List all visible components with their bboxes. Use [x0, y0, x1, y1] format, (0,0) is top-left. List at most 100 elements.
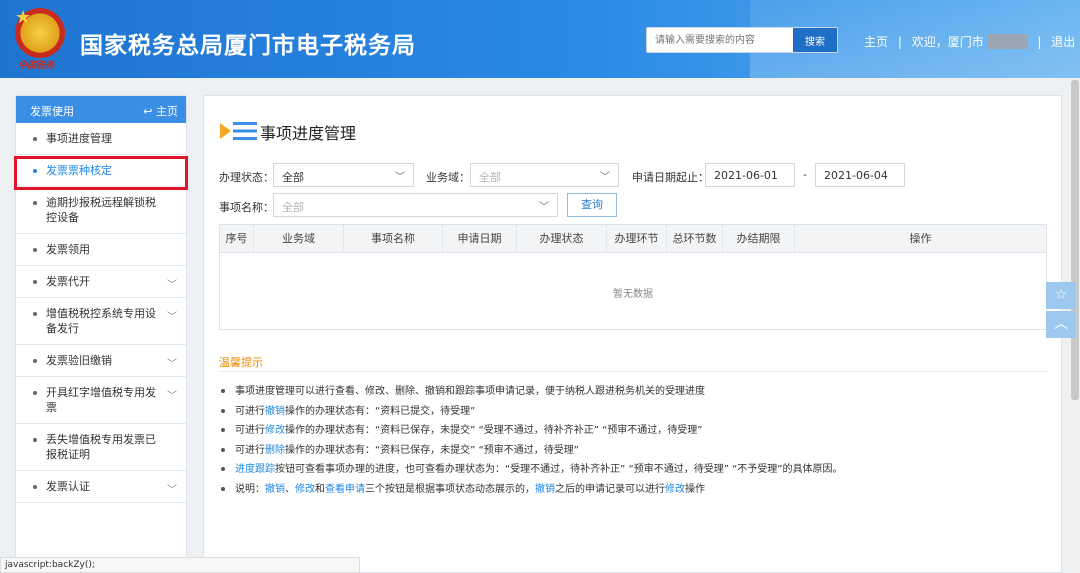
delete-link[interactable]: 删除	[265, 445, 285, 456]
tip-item: 可进行撤销操作的办理状态有：“资料已提交，待受理”	[221, 402, 475, 417]
sidebar-title: 发票使用	[30, 105, 74, 118]
column-header: 总环节数	[667, 225, 723, 253]
bullet-icon	[33, 137, 37, 141]
modify-link[interactable]: 修改	[295, 484, 315, 495]
sidebar-item-label: 开具红字增值税专用发票	[46, 386, 156, 414]
chevron-down-icon: ﹀	[167, 359, 177, 370]
welcome-text: 欢迎，厦门市	[911, 35, 984, 49]
bullet-icon	[221, 487, 225, 491]
view-application-link[interactable]: 查看申请	[325, 484, 365, 495]
item-name-placeholder: 全部	[282, 201, 304, 214]
chevron-down-icon: ﹀	[167, 280, 177, 291]
bullet-icon	[33, 312, 37, 316]
tip-text: 事项进度管理可以进行查看、修改、删除、撤销和跟踪事项申请记录，便于纳税人跟进税务…	[235, 386, 705, 397]
column-header: 业务域	[254, 225, 344, 253]
date-start-input[interactable]: 2021-06-01	[705, 163, 795, 187]
bullet-icon	[33, 280, 37, 284]
modify-link[interactable]: 修改	[665, 484, 685, 495]
query-button[interactable]: 查询	[567, 193, 617, 217]
search-button[interactable]: 搜索	[793, 28, 837, 52]
revoke-link[interactable]: 撤销	[265, 484, 285, 495]
tip-text: 三个按钮是根据事项状态动态展示的，	[365, 484, 535, 495]
highlight-box	[14, 156, 188, 190]
chevron-down-icon: ﹀	[167, 485, 177, 496]
table-header-row: 序号 业务域 事项名称 申请日期 办理状态 办理环节 总环节数 办结期限 操作	[220, 225, 1046, 253]
tip-item: 进度跟踪按钮可查看事项办理的进度，也可查看办理状态为：“受理不通过，待补齐补正”…	[221, 460, 842, 475]
status-label: 办理状态：	[219, 171, 274, 184]
tip-item: 可进行删除操作的办理状态有：“资料已保存，未提交” “预审不通过，待受理”	[221, 441, 579, 456]
chevron-up-icon[interactable]: ︿	[1046, 311, 1076, 338]
sidebar-item-invoice-receive[interactable]: 发票领用	[16, 234, 186, 266]
bullet-icon	[221, 448, 225, 452]
tip-text: 可进行	[235, 445, 265, 456]
sidebar-item-label: 发票认证	[46, 480, 90, 493]
sidebar-item-invoice-auth[interactable]: 发票认证 ﹀	[16, 471, 186, 503]
back-arrow-icon: ↩	[143, 105, 153, 118]
domain-label: 业务域：	[426, 171, 470, 184]
sidebar-item-lost-invoice[interactable]: 丢失增值税专用发票已报税证明	[16, 424, 186, 471]
sidebar-home-label: 主页	[156, 105, 178, 118]
status-select[interactable]: 全部 ﹀	[273, 163, 414, 187]
sidebar-header: 发票使用 ↩ 主页	[16, 96, 186, 123]
logout-link[interactable]: 退出	[1051, 33, 1075, 50]
tip-item: 可进行修改操作的办理状态有：“资料已保存，未提交” “受理不通过，待补齐补正” …	[221, 421, 702, 436]
track-progress-link[interactable]: 进度跟踪	[235, 464, 275, 475]
revoke-link[interactable]: 撤销	[265, 406, 285, 417]
date-range-label: 申请日期起止：	[632, 171, 709, 184]
tip-text: 、	[285, 484, 295, 495]
sidebar-home-link[interactable]: ↩ 主页	[143, 103, 178, 119]
sidebar-item-invoice-issue[interactable]: 发票代开 ﹀	[16, 266, 186, 298]
nav-home-link[interactable]: 主页	[864, 33, 888, 50]
sidebar-item-device-issue[interactable]: 增值税税控系统专用设备发行 ﹀	[16, 298, 186, 345]
masked-username	[987, 34, 1028, 49]
nav-separator: |	[1037, 34, 1042, 49]
sidebar-item-label: 事项进度管理	[46, 132, 112, 145]
bullet-icon	[221, 467, 225, 471]
emblem-star-icon: ★	[15, 7, 32, 28]
search-box: 搜索	[646, 27, 838, 53]
sidebar-item-label: 丢失增值税专用发票已报税证明	[46, 433, 156, 461]
scrollbar-thumb[interactable]	[1071, 80, 1079, 400]
bullet-icon	[33, 391, 37, 395]
sidebar-item-red-invoice[interactable]: 开具红字增值税专用发票 ﹀	[16, 377, 186, 424]
tips-divider	[219, 371, 1047, 372]
revoke-link[interactable]: 撤销	[535, 484, 555, 495]
list-title-icon	[220, 122, 257, 140]
bullet-icon	[33, 438, 37, 442]
results-table: 序号 业务域 事项名称 申请日期 办理状态 办理环节 总环节数 办结期限 操作 …	[219, 224, 1047, 330]
page-title: 事项进度管理	[260, 124, 357, 143]
search-input[interactable]	[647, 28, 795, 52]
tip-text: 可进行	[235, 406, 265, 417]
chevron-down-icon: ﹀	[167, 391, 177, 402]
tip-text: 之后的申请记录可以进行	[555, 484, 665, 495]
tip-text: 操作的办理状态有：“资料已提交，待受理”	[285, 406, 476, 417]
domain-select-placeholder: 全部	[479, 171, 501, 184]
domain-select[interactable]: 全部 ﹀	[470, 163, 619, 187]
bullet-icon	[33, 248, 37, 252]
column-header: 办理环节	[607, 225, 667, 253]
sidebar-item-progress[interactable]: 事项进度管理	[16, 123, 186, 155]
column-header: 办理状态	[517, 225, 607, 253]
tip-text: 操作	[685, 484, 705, 495]
sidebar-item-unlock[interactable]: 逾期抄报税远程解锁税控设备	[16, 187, 186, 234]
top-nav: 主页 | 欢迎，厦门市 | 退出	[864, 33, 1075, 50]
tip-text: 说明：	[235, 484, 265, 495]
column-header: 操作	[909, 232, 932, 245]
emblem-caption: 中国税务	[18, 61, 55, 71]
column-header: 序号	[220, 225, 254, 253]
main-panel: 事项进度管理 办理状态： 全部 ﹀ 业务域： 全部 ﹀ 申请日期起止： 2021-0…	[203, 95, 1062, 573]
star-icon[interactable]: ☆	[1046, 282, 1076, 309]
item-name-select[interactable]: 全部 ﹀	[273, 193, 558, 217]
modify-link[interactable]: 修改	[265, 425, 285, 436]
sidebar-item-label: 发票验旧缴销	[46, 354, 112, 367]
sidebar-item-invoice-cancel[interactable]: 发票验旧缴销 ﹀	[16, 345, 186, 377]
status-select-value: 全部	[282, 171, 304, 184]
date-end-input[interactable]: 2021-06-04	[815, 163, 905, 187]
chevron-down-icon: ﹀	[395, 172, 405, 183]
date-range-separator: -	[803, 168, 807, 181]
sidebar-item-label: 发票领用	[46, 243, 90, 256]
tip-text: 按钮可查看事项办理的进度，也可查看办理状态为：“受理不通过，待补齐补正” “预审…	[275, 464, 843, 475]
tips-title: 温馨提示	[219, 356, 263, 369]
bullet-icon	[221, 428, 225, 432]
item-name-label: 事项名称：	[219, 201, 274, 214]
